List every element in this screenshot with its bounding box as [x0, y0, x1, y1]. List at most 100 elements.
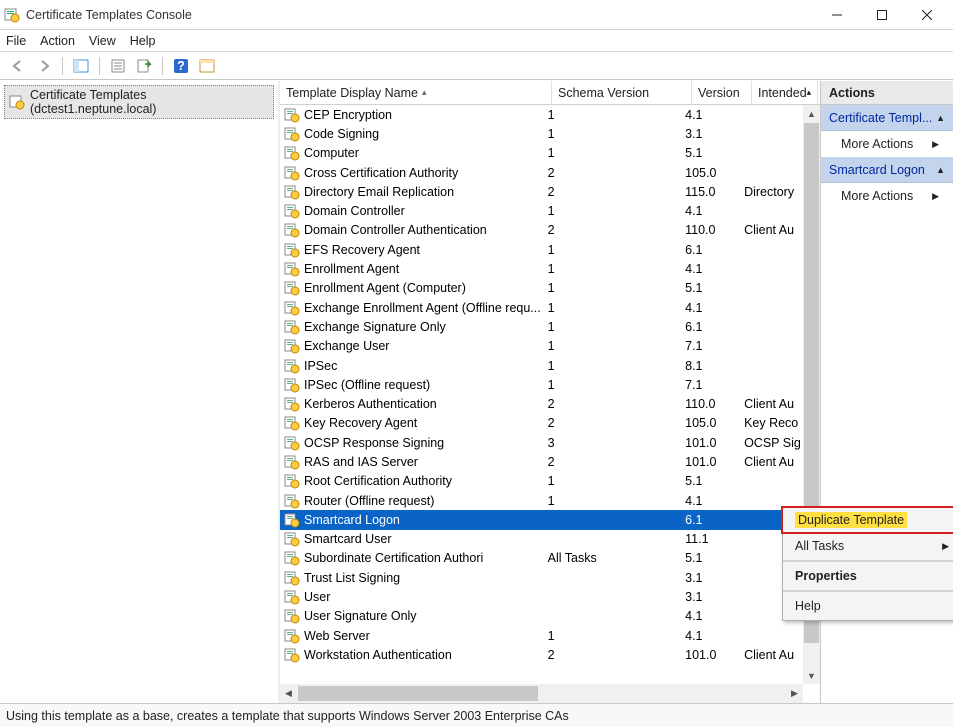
cell-intended: Client Au: [744, 648, 803, 662]
table-row[interactable]: User3.1: [280, 587, 803, 606]
table-row[interactable]: Domain Controller Authentication2110.0Cl…: [280, 221, 803, 240]
table-row[interactable]: Computer15.1: [280, 144, 803, 163]
cell-version: 6.1: [685, 243, 744, 257]
table-row[interactable]: Smartcard User11.1: [280, 530, 803, 549]
cell-version: 105.0: [685, 166, 744, 180]
cert-template-icon: [284, 589, 300, 605]
cert-template-icon: [284, 377, 300, 393]
cert-template-icon: [284, 126, 300, 142]
tree-root-item[interactable]: Certificate Templates (dctest1.neptune.l…: [4, 85, 274, 119]
table-row[interactable]: Enrollment Agent (Computer)15.1: [280, 279, 803, 298]
cell-version: 7.1: [685, 378, 744, 392]
maximize-button[interactable]: [859, 1, 904, 29]
cell-version: 4.1: [685, 108, 744, 122]
view-button[interactable]: [195, 55, 219, 77]
cert-template-icon: [284, 300, 300, 316]
col-header-intended[interactable]: Intended ▴: [752, 81, 818, 104]
show-tree-button[interactable]: [69, 55, 93, 77]
forward-button[interactable]: [32, 55, 56, 77]
table-row[interactable]: OCSP Response Signing3101.0OCSP Sig: [280, 433, 803, 452]
menu-duplicate-template[interactable]: Duplicate Template: [781, 506, 953, 534]
help-button[interactable]: ?: [169, 55, 193, 77]
cell-schema: 1: [548, 320, 686, 334]
cell-version: 8.1: [685, 359, 744, 373]
cell-schema: 1: [548, 262, 686, 276]
cell-name: IPSec: [304, 359, 548, 373]
cell-version: 6.1: [685, 320, 744, 334]
actions-more-1[interactable]: More Actions▶: [821, 131, 953, 157]
table-row[interactable]: Exchange Signature Only16.1: [280, 317, 803, 336]
cell-schema: 1: [548, 378, 686, 392]
app-icon: [4, 7, 20, 23]
table-row[interactable]: Kerberos Authentication2110.0Client Au: [280, 394, 803, 413]
table-row[interactable]: IPSec (Offline request)17.1: [280, 375, 803, 394]
cert-template-icon: [284, 280, 300, 296]
context-menu: Duplicate Template All Tasks▶ Properties…: [782, 507, 953, 621]
table-row[interactable]: Web Server14.1: [280, 626, 803, 645]
table-row[interactable]: CEP Encryption14.1: [280, 105, 803, 124]
cell-name: RAS and IAS Server: [304, 455, 548, 469]
cert-template-icon: [9, 94, 25, 110]
table-row[interactable]: Directory Email Replication2115.0Directo…: [280, 182, 803, 201]
submenu-arrow-icon: ▶: [942, 541, 949, 552]
table-row[interactable]: Subordinate Certification AuthoriAll Tas…: [280, 549, 803, 568]
back-button[interactable]: [6, 55, 30, 77]
actions-section-certtemplates[interactable]: Certificate Templ...▲: [821, 105, 953, 131]
table-row[interactable]: Workstation Authentication2101.0Client A…: [280, 645, 803, 664]
cell-version: 105.0: [685, 416, 744, 430]
close-button[interactable]: [904, 1, 949, 29]
table-row[interactable]: Trust List Signing3.1: [280, 568, 803, 587]
cell-name: Exchange User: [304, 339, 548, 353]
menu-help[interactable]: Help: [130, 34, 156, 48]
cell-version: 6.1: [685, 513, 744, 527]
cell-version: 3.1: [685, 571, 744, 585]
table-row[interactable]: Domain Controller14.1: [280, 201, 803, 220]
menu-file[interactable]: File: [6, 34, 26, 48]
table-row[interactable]: Smartcard Logon6.1: [280, 510, 803, 529]
table-row[interactable]: Code Signing13.1: [280, 124, 803, 143]
menu-properties[interactable]: Properties: [783, 562, 953, 590]
scroll-down-icon[interactable]: ▼: [803, 667, 820, 684]
menu-help[interactable]: Help: [783, 592, 953, 620]
table-row[interactable]: User Signature Only4.1: [280, 607, 803, 626]
scroll-left-icon[interactable]: ◀: [280, 684, 297, 703]
menu-view[interactable]: View: [89, 34, 116, 48]
cell-schema: 2: [548, 166, 686, 180]
col-header-name[interactable]: Template Display Name▴: [280, 81, 552, 104]
cert-template-icon: [284, 203, 300, 219]
table-row[interactable]: Exchange User17.1: [280, 337, 803, 356]
cert-template-icon: [284, 107, 300, 123]
menu-all-tasks[interactable]: All Tasks▶: [783, 532, 953, 560]
list-pane: Template Display Name▴ Schema Version Ve…: [280, 81, 821, 703]
table-row[interactable]: Root Certification Authority15.1: [280, 472, 803, 491]
menu-action[interactable]: Action: [40, 34, 75, 48]
col-header-version[interactable]: Version: [692, 81, 752, 104]
properties-button[interactable]: [106, 55, 130, 77]
minimize-button[interactable]: [814, 1, 859, 29]
cell-name: OCSP Response Signing: [304, 436, 548, 450]
cell-version: 101.0: [685, 648, 744, 662]
horizontal-scrollbar[interactable]: ◀ ▶: [280, 684, 803, 703]
cert-template-icon: [284, 319, 300, 335]
scroll-up-icon[interactable]: ▲: [803, 105, 820, 122]
table-row[interactable]: Exchange Enrollment Agent (Offline requ.…: [280, 298, 803, 317]
actions-section-smartcard[interactable]: Smartcard Logon▲: [821, 157, 953, 183]
table-row[interactable]: Cross Certification Authority2105.0: [280, 163, 803, 182]
cert-template-icon: [284, 435, 300, 451]
cell-version: 5.1: [685, 551, 744, 565]
actions-more-2[interactable]: More Actions▶: [821, 183, 953, 209]
table-row[interactable]: Enrollment Agent14.1: [280, 259, 803, 278]
col-header-schema[interactable]: Schema Version: [552, 81, 692, 104]
table-row[interactable]: Key Recovery Agent2105.0Key Reco: [280, 414, 803, 433]
cell-schema: 2: [548, 416, 686, 430]
cell-intended: Key Reco: [744, 416, 803, 430]
scroll-right-icon[interactable]: ▶: [786, 684, 803, 703]
scrollbar-thumb-h[interactable]: [298, 686, 538, 701]
cell-name: Enrollment Agent: [304, 262, 548, 276]
cell-name: Exchange Enrollment Agent (Offline requ.…: [304, 301, 548, 315]
table-row[interactable]: EFS Recovery Agent16.1: [280, 240, 803, 259]
table-row[interactable]: RAS and IAS Server2101.0Client Au: [280, 452, 803, 471]
table-row[interactable]: IPSec18.1: [280, 356, 803, 375]
table-row[interactable]: Router (Offline request)14.1: [280, 491, 803, 510]
export-button[interactable]: [132, 55, 156, 77]
